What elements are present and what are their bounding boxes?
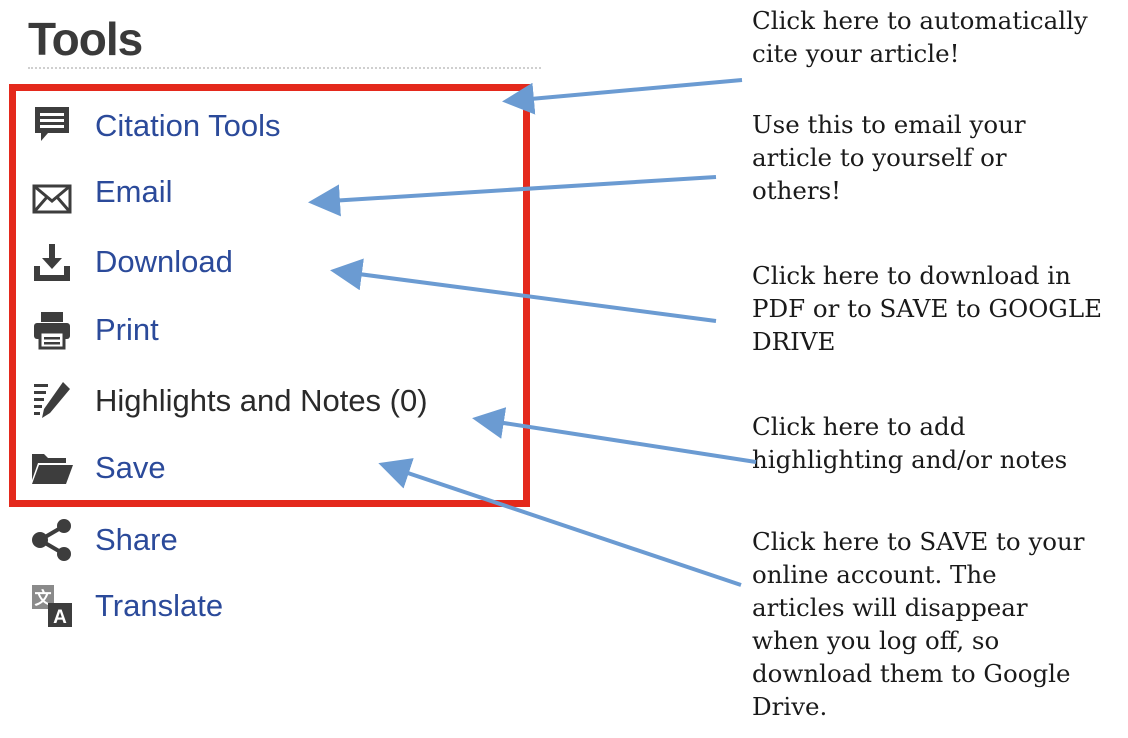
arrow-highlights bbox=[472, 407, 757, 464]
arrow-email bbox=[308, 175, 717, 217]
arrow-download bbox=[330, 258, 717, 323]
arrow-citation bbox=[502, 78, 743, 115]
arrow-save bbox=[378, 458, 742, 587]
annotation-arrows bbox=[308, 78, 757, 587]
